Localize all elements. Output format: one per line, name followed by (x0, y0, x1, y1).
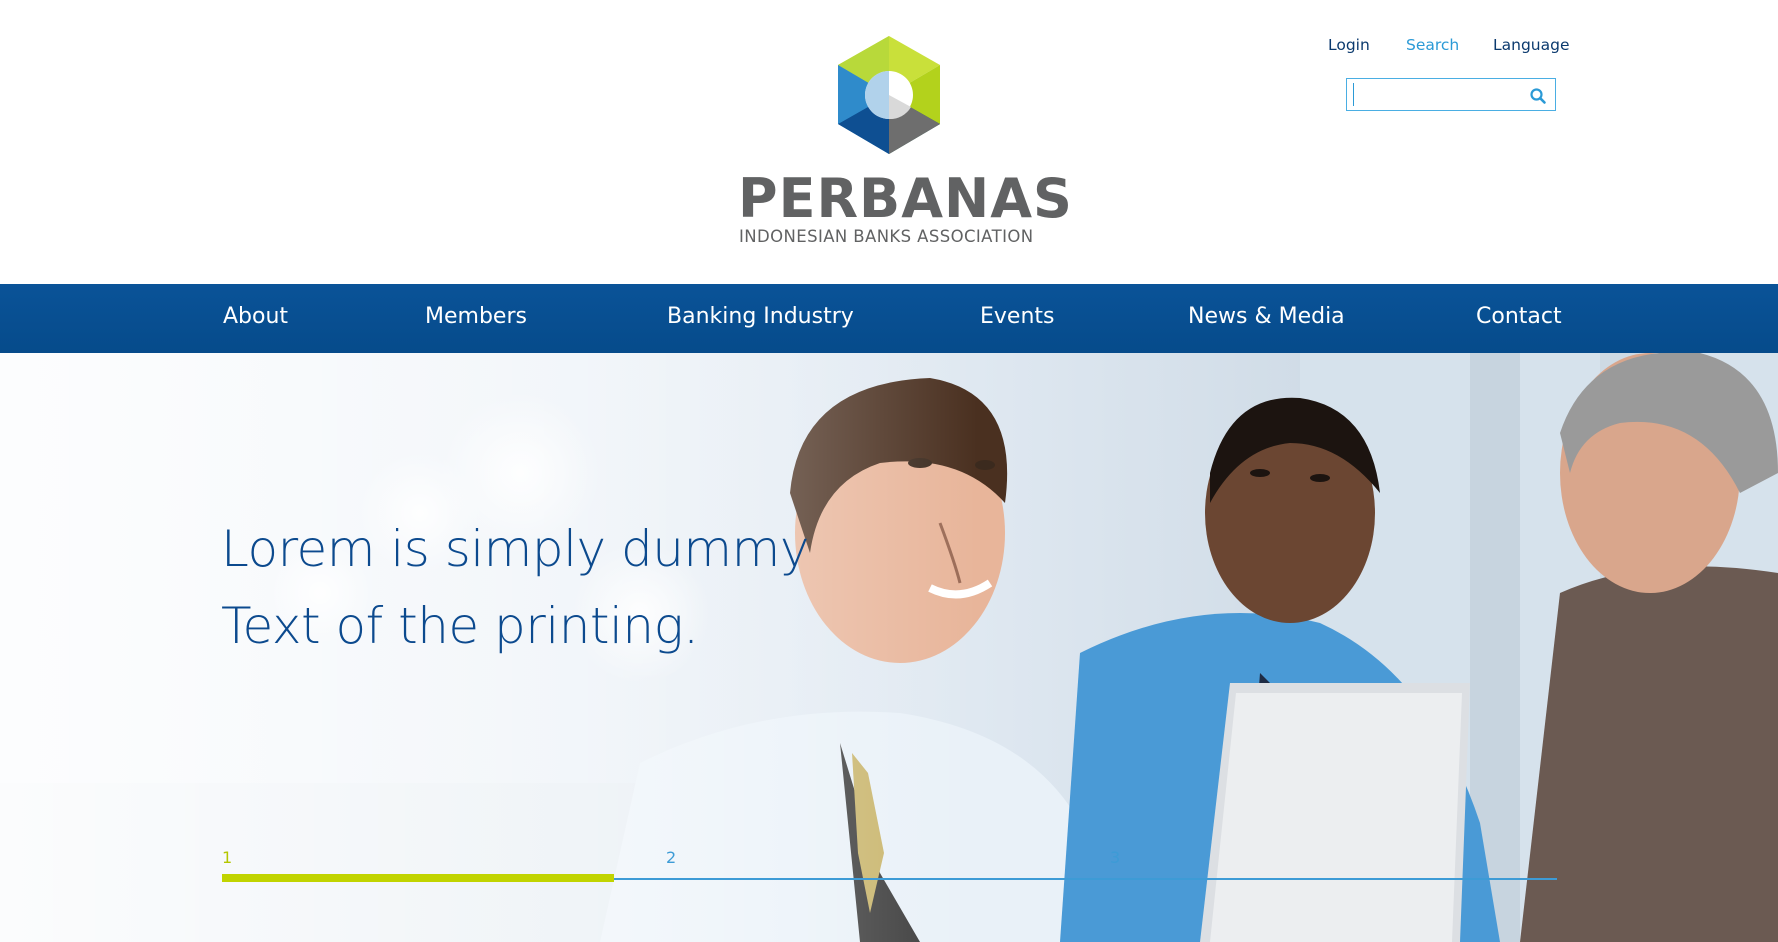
slider-progress-bar (222, 874, 614, 882)
logo-tagline: INDONESIAN BANKS ASSOCIATION (739, 227, 1034, 246)
main-nav: About Members Banking Industry Events Ne… (0, 284, 1778, 353)
utility-links: Login Search Language (1300, 36, 1570, 58)
search-link[interactable]: Search (1406, 36, 1459, 54)
hexagon-logo-icon (838, 36, 940, 154)
nav-item-members[interactable]: Members (425, 306, 527, 328)
nav-item-news-media[interactable]: News & Media (1188, 306, 1345, 328)
login-link[interactable]: Login (1328, 36, 1370, 54)
nav-item-events[interactable]: Events (980, 306, 1055, 328)
hero-banner: Lorem is simply dummy Text of the printi… (0, 353, 1778, 942)
hero-headline: Lorem is simply dummy Text of the printi… (221, 511, 841, 665)
nav-item-banking-industry[interactable]: Banking Industry (667, 306, 854, 328)
slide-indicator-2[interactable]: 2 (666, 850, 676, 866)
perbanas-logo[interactable]: PERBANAS INDONESIAN BANKS ASSOCIATION (738, 36, 1073, 250)
search-input[interactable] (1353, 83, 1525, 106)
site-header: PERBANAS INDONESIAN BANKS ASSOCIATION Lo… (0, 0, 1778, 284)
slider-pagination: 1 2 3 (222, 850, 1557, 890)
logo-wordmark: PERBANAS (738, 167, 1073, 230)
slide-indicator-1[interactable]: 1 (222, 850, 232, 866)
hero-headline-line-1: Lorem is simply dummy (221, 520, 809, 578)
search-icon[interactable] (1529, 87, 1547, 105)
nav-item-about[interactable]: About (223, 306, 288, 328)
slide-indicator-3[interactable]: 3 (1110, 850, 1120, 866)
hero-headline-line-2: Text of the printing. (221, 597, 699, 655)
language-link[interactable]: Language (1493, 36, 1570, 54)
search-box (1346, 78, 1556, 111)
nav-item-contact[interactable]: Contact (1476, 306, 1562, 328)
